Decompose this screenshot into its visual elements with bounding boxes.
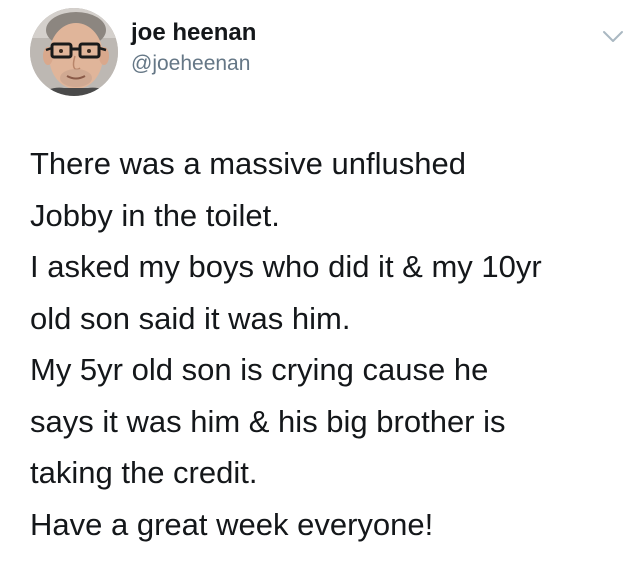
profile-photo: [30, 8, 118, 96]
tweet-text-line: I asked my boys who did it & my 10yr: [30, 249, 542, 284]
user-handle[interactable]: @joeheenan: [131, 50, 256, 78]
tweet-card: joe heenan @joeheenan There was a massiv…: [0, 0, 640, 578]
tweet-text-line: My 5yr old son is crying cause he: [30, 352, 489, 387]
tweet-text-line: Jobby in the toilet.: [30, 197, 280, 233]
author-info: joe heenan @joeheenan: [131, 18, 256, 78]
avatar[interactable]: [30, 8, 118, 96]
tweet-menu-button[interactable]: [602, 30, 624, 44]
tweet-text-line: Have a great week everyone!: [30, 506, 434, 542]
tweet-text-line: old son said it was him.: [30, 300, 351, 336]
tweet-text: There was a massive unflushed Jobby in t…: [30, 138, 630, 550]
chevron-down-icon: [603, 31, 623, 42]
tweet-text-line: says it was him & his big brother is: [30, 403, 506, 439]
display-name[interactable]: joe heenan: [131, 18, 256, 48]
tweet-text-line: taking the credit.: [30, 455, 258, 490]
tweet-text-line: There was a massive unflushed: [30, 146, 466, 181]
